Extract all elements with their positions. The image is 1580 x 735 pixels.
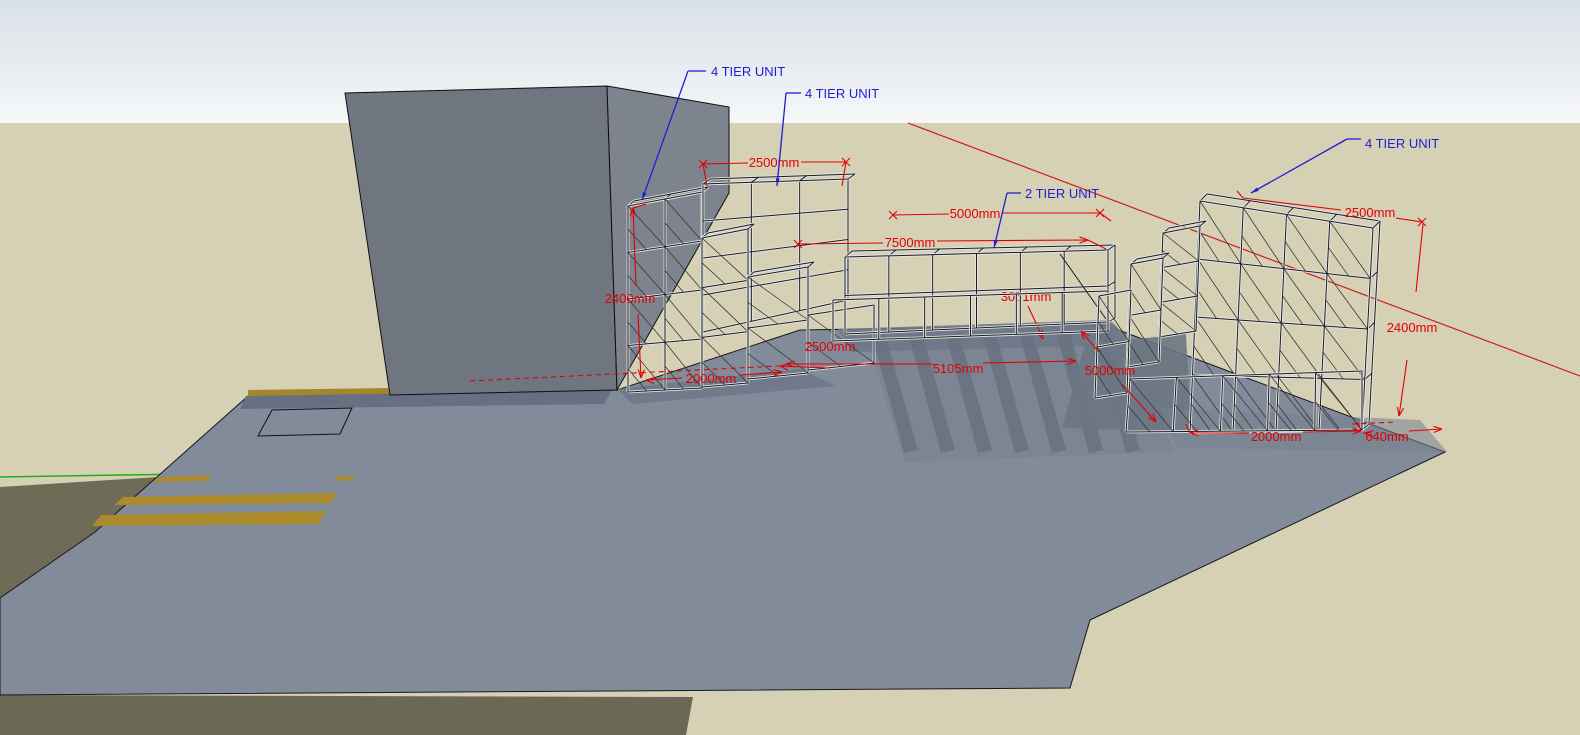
unit-label[interactable]: 2 TIER UNIT: [1025, 186, 1099, 201]
dimension-label[interactable]: 2400mm: [605, 291, 656, 306]
unit-label[interactable]: 4 TIER UNIT: [805, 86, 879, 101]
dimension-label[interactable]: 5000mm: [1085, 363, 1136, 378]
dimension-label[interactable]: 2400mm: [1387, 320, 1438, 335]
building-front-face: [345, 86, 617, 395]
dimension-label[interactable]: 5105mm: [933, 361, 984, 376]
dimension-label[interactable]: 2500mm: [805, 339, 856, 354]
unit-label[interactable]: 4 TIER UNIT: [711, 64, 785, 79]
dimension-label[interactable]: 2000mm: [686, 371, 737, 386]
dimension-label[interactable]: 5000mm: [950, 206, 1001, 221]
bottom-shadow-strip: [0, 695, 693, 735]
dimension-label[interactable]: 640mm: [1365, 429, 1408, 444]
dimension-label[interactable]: 2500mm: [1345, 205, 1396, 220]
unit-label[interactable]: 4 TIER UNIT: [1365, 136, 1439, 151]
3d-scene-canvas[interactable]: 3051mm 2500mm 5000mm 7500mm 2400mm 2000m…: [0, 0, 1580, 735]
model-viewport[interactable]: 3051mm 2500mm 5000mm 7500mm 2400mm 2000m…: [0, 0, 1580, 735]
sky: [0, 0, 1580, 124]
dimension-label[interactable]: 2500mm: [749, 155, 800, 170]
dimension-label[interactable]: 3051mm: [1001, 289, 1052, 304]
dimension-label[interactable]: 2000mm: [1251, 429, 1302, 444]
dimension-label[interactable]: 7500mm: [885, 235, 936, 250]
